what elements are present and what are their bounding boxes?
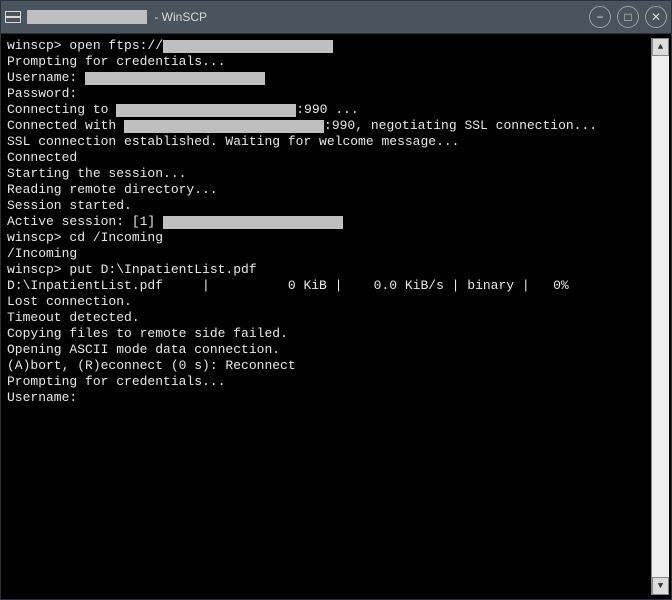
titlebar-redacted-name bbox=[27, 10, 147, 24]
window-body: winscp> open ftps://Prompting for creden… bbox=[1, 33, 671, 599]
terminal-text: Username: bbox=[7, 70, 85, 86]
minimize-button[interactable]: − bbox=[589, 6, 611, 28]
titlebar[interactable]: - WinSCP − □ ✕ bbox=[1, 1, 671, 33]
redacted-block bbox=[116, 104, 296, 117]
terminal-text: Session started. bbox=[7, 198, 132, 214]
terminal-text: Copying files to remote side failed. bbox=[7, 326, 288, 342]
terminal-line: Session started. bbox=[7, 198, 651, 214]
terminal-text: SSL connection established. Waiting for … bbox=[7, 134, 459, 150]
terminal-line: winscp> cd /Incoming bbox=[7, 230, 651, 246]
redacted-block bbox=[85, 72, 265, 85]
terminal-text: Username: bbox=[7, 390, 77, 406]
redacted-block bbox=[124, 120, 324, 133]
scroll-down-button[interactable]: ▼ bbox=[652, 577, 669, 595]
terminal-line: Connected bbox=[7, 150, 651, 166]
terminal-text: :990 ... bbox=[296, 102, 358, 118]
terminal-text: Opening ASCII mode data connection. bbox=[7, 342, 280, 358]
terminal-text: Prompting for credentials... bbox=[7, 374, 225, 390]
scrollbar-track[interactable] bbox=[652, 56, 669, 577]
redacted-block bbox=[163, 216, 343, 229]
terminal-line: Opening ASCII mode data connection. bbox=[7, 342, 651, 358]
terminal-line: Prompting for credentials... bbox=[7, 54, 651, 70]
redacted-block bbox=[163, 40, 333, 53]
terminal-line: Password: bbox=[7, 86, 651, 102]
app-window: - WinSCP − □ ✕ winscp> open ftps://Promp… bbox=[0, 0, 672, 600]
terminal-text: Connected bbox=[7, 150, 77, 166]
terminal-line: Lost connection. bbox=[7, 294, 651, 310]
app-icon bbox=[5, 11, 21, 23]
terminal-line: /Incoming bbox=[7, 246, 651, 262]
terminal-line: Prompting for credentials... bbox=[7, 374, 651, 390]
terminal-text: (A)bort, (R)econnect (0 s): Reconnect bbox=[7, 358, 296, 374]
close-button[interactable]: ✕ bbox=[645, 6, 667, 28]
terminal-line: (A)bort, (R)econnect (0 s): Reconnect bbox=[7, 358, 651, 374]
terminal-line: Starting the session... bbox=[7, 166, 651, 182]
terminal-line: Username: bbox=[7, 390, 651, 406]
terminal-line: SSL connection established. Waiting for … bbox=[7, 134, 651, 150]
terminal-text: Active session: [1] bbox=[7, 214, 163, 230]
terminal-line: Reading remote directory... bbox=[7, 182, 651, 198]
maximize-button[interactable]: □ bbox=[617, 6, 639, 28]
terminal-text: winscp> put D:\InpatientList.pdf bbox=[7, 262, 257, 278]
terminal-line: Copying files to remote side failed. bbox=[7, 326, 651, 342]
terminal-text: Connected with bbox=[7, 118, 124, 134]
terminal-text: :990, negotiating SSL connection... bbox=[324, 118, 597, 134]
terminal-output[interactable]: winscp> open ftps://Prompting for creden… bbox=[7, 38, 651, 595]
terminal-text: Prompting for credentials... bbox=[7, 54, 225, 70]
terminal-text: /Incoming bbox=[7, 246, 77, 262]
terminal-text: winscp> cd /Incoming bbox=[7, 230, 163, 246]
terminal-line: winscp> put D:\InpatientList.pdf bbox=[7, 262, 651, 278]
terminal-text: Connecting to bbox=[7, 102, 116, 118]
terminal-line: Connected with :990, negotiating SSL con… bbox=[7, 118, 651, 134]
scrollbar[interactable]: ▲ ▼ bbox=[651, 38, 669, 595]
terminal-line: Connecting to :990 ... bbox=[7, 102, 651, 118]
terminal-text: Password: bbox=[7, 86, 77, 102]
terminal-text: Starting the session... bbox=[7, 166, 186, 182]
terminal-text: Lost connection. bbox=[7, 294, 132, 310]
terminal-text: winscp> open ftps:// bbox=[7, 38, 163, 54]
terminal-text: Timeout detected. bbox=[7, 310, 140, 326]
terminal-text: D:\InpatientList.pdf | 0 KiB | 0.0 KiB/s… bbox=[7, 278, 569, 294]
terminal-line: winscp> open ftps:// bbox=[7, 38, 651, 54]
scroll-up-button[interactable]: ▲ bbox=[652, 38, 669, 56]
titlebar-suffix: - WinSCP bbox=[151, 10, 207, 24]
terminal-line: Username: bbox=[7, 70, 651, 86]
terminal-text: Reading remote directory... bbox=[7, 182, 218, 198]
terminal-line: Active session: [1] bbox=[7, 214, 651, 230]
terminal-line: D:\InpatientList.pdf | 0 KiB | 0.0 KiB/s… bbox=[7, 278, 651, 294]
terminal-line: Timeout detected. bbox=[7, 310, 651, 326]
